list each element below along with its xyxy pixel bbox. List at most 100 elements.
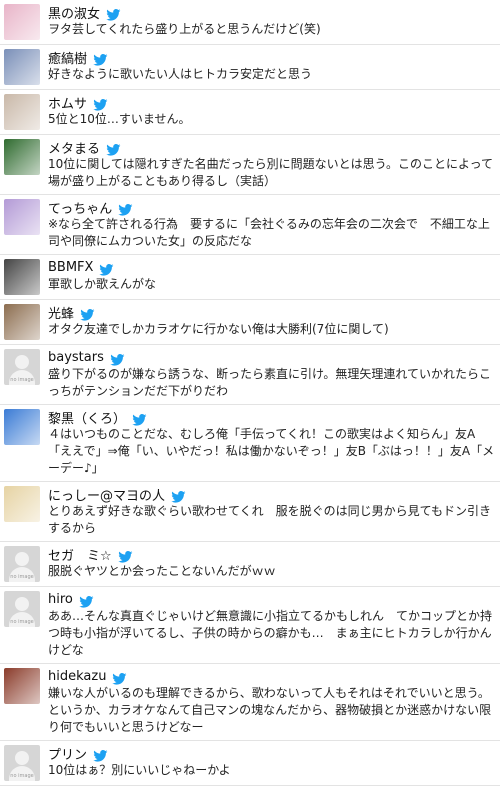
tweet-content: 癒縞樹 好きなように歌いたい人はヒトカラ安定だと思う <box>48 48 496 83</box>
user-name[interactable]: メタまる <box>48 138 100 157</box>
user-name[interactable]: セガ ミ☆ <box>48 545 112 564</box>
twitter-bird-icon[interactable] <box>118 201 133 216</box>
user-name[interactable]: 光蜂 <box>48 303 74 322</box>
tweet-text: 嫌いな人がいるのも理解できるから、歌わないって人もそれはそれでいいと思う。という… <box>48 686 492 734</box>
no-image-label: no image <box>10 773 34 779</box>
tweet-content: てっちゃん ※なら全て許される行為 要するに「会社ぐるみの忘年会の二次会で 不細… <box>48 198 496 250</box>
tweet-header: baystars <box>48 348 496 366</box>
user-name[interactable]: にっしー@マヨの人 <box>48 485 165 504</box>
green-sphere-avatar[interactable] <box>4 139 40 175</box>
user-name[interactable]: hiro <box>48 592 73 607</box>
twitter-bird-icon[interactable] <box>99 261 114 276</box>
twitter-bird-icon[interactable] <box>171 488 186 503</box>
tweet-text: 10位はぁ？別にいいじゃねーかよ <box>48 763 231 777</box>
user-name[interactable]: hidekazu <box>48 669 106 684</box>
twitter-bird-icon[interactable] <box>106 6 121 21</box>
tweet-content: BBMFX 軍歌しか歌えんがな <box>48 258 496 293</box>
tweet-header: てっちゃん <box>48 198 496 217</box>
tweet-content: メタまる 10位に関しては隠れすぎた名曲だったら別に問題ないとは思う。このことに… <box>48 138 496 190</box>
user-name[interactable]: BBMFX <box>48 260 93 275</box>
no-image-avatar[interactable]: no image <box>4 745 40 781</box>
tweet-text: とりあえず好きな歌ぐらい歌わせてくれ 服を脱ぐのは同じ男から見てもドン引きするか… <box>48 504 492 535</box>
tweet-content: にっしー@マヨの人 とりあえず好きな歌ぐらい歌わせてくれ 服を脱ぐのは同じ男から… <box>48 485 496 537</box>
placeholder-head <box>15 552 29 566</box>
tweet-content: セガ ミ☆ 服脱ぐヤツとか会ったことないんだがｗｗ <box>48 545 496 580</box>
twitter-bird-icon[interactable] <box>93 747 108 762</box>
tweet-item: 黎黒（くろ） ４はいつものことだな、むしろ俺「手伝ってくれ！この歌実はよく知らん… <box>0 405 500 482</box>
tweet-item: ホムサ 5位と10位…すいません。 <box>0 90 500 135</box>
tweet-item: 黒の淑女 ヲタ芸してくれたら盛り上がると思うんだけど(笑) <box>0 0 500 45</box>
anime-girl-avatar[interactable] <box>4 4 40 40</box>
tweet-content: 黎黒（くろ） ４はいつものことだな、むしろ俺「手伝ってくれ！この歌実はよく知らん… <box>48 408 496 477</box>
twitter-bird-icon[interactable] <box>93 51 108 66</box>
twitter-bird-icon[interactable] <box>112 670 127 685</box>
clock-avatar[interactable] <box>4 304 40 340</box>
placeholder-head <box>15 355 29 369</box>
tweet-text: ※なら全て許される行為 要するに「会社ぐるみの忘年会の二次会で 不細工な上司や同… <box>48 217 490 248</box>
tweet-content: 光蜂 オタク友達でしかカラオケに行かない俺は大勝利(7位に関して) <box>48 303 496 338</box>
tweet-item: てっちゃん ※なら全て許される行為 要するに「会社ぐるみの忘年会の二次会で 不細… <box>0 195 500 255</box>
tweet-item: no image セガ ミ☆ 服脱ぐヤツとか会ったことないんだがｗｗ <box>0 542 500 587</box>
tweet-text: 盛り下がるのが嫌なら誘うな、断ったら素直に引け。無理矢理連れていかれたらこっちが… <box>48 367 492 398</box>
tweet-item: 癒縞樹 好きなように歌いたい人はヒトカラ安定だと思う <box>0 45 500 90</box>
tweet-content: プリン 10位はぁ？別にいいじゃねーかよ <box>48 744 496 779</box>
no-image-avatar[interactable]: no image <box>4 546 40 582</box>
no-image-label: no image <box>10 619 34 625</box>
tweet-item: BBMFX 軍歌しか歌えんがな <box>0 255 500 300</box>
tweet-header: 黎黒（くろ） <box>48 408 496 427</box>
tweet-item: no image baystars 盛り下がるのが嫌なら誘うな、断ったら素直に引… <box>0 345 500 405</box>
twitter-bird-icon[interactable] <box>132 411 147 426</box>
tweet-item: にっしー@マヨの人 とりあえず好きな歌ぐらい歌わせてくれ 服を脱ぐのは同じ男から… <box>0 482 500 542</box>
twitter-bird-icon[interactable] <box>117 548 133 563</box>
colorful-character-avatar[interactable] <box>4 409 40 445</box>
tweet-content: hiro ああ…そんな真直ぐじゃいけど無意識に小指立てるかもしれん てかコップと… <box>48 590 496 659</box>
tweet-item: メタまる 10位に関しては隠れすぎた名曲だったら別に問題ないとは思う。このことに… <box>0 135 500 195</box>
tweet-text: 好きなように歌いたい人はヒトカラ安定だと思う <box>48 67 313 81</box>
tweet-text: 服脱ぐヤツとか会ったことないんだがｗｗ <box>48 564 276 578</box>
tweet-text: ４はいつものことだな、むしろ俺「手伝ってくれ！この歌実はよく知らん」友A「ええで… <box>48 427 495 475</box>
tweet-header: BBMFX <box>48 258 496 276</box>
tweet-item: 光蜂 オタク友達でしかカラオケに行かない俺は大勝利(7位に関して) <box>0 300 500 345</box>
twitter-bird-icon[interactable] <box>106 141 121 156</box>
twitter-bird-icon[interactable] <box>110 351 125 366</box>
tweet-text: 5位と10位…すいません。 <box>48 112 191 126</box>
no-image-avatar[interactable]: no image <box>4 591 40 627</box>
placeholder-head <box>15 597 29 611</box>
tweet-header: hidekazu <box>48 667 496 685</box>
twitter-bird-icon[interactable] <box>93 96 108 111</box>
tweet-text: オタク友達でしかカラオケに行かない俺は大勝利(7位に関して) <box>48 322 389 336</box>
anime-avatar[interactable] <box>4 199 40 235</box>
tweet-header: 癒縞樹 <box>48 48 496 67</box>
tweet-header: セガ ミ☆ <box>48 545 496 564</box>
tweet-item: hidekazu 嫌いな人がいるのも理解できるから、歌わないって人もそれはそれで… <box>0 664 500 741</box>
tweet-text: 軍歌しか歌えんがな <box>48 277 157 291</box>
no-image-avatar[interactable]: no image <box>4 349 40 385</box>
user-name[interactable]: baystars <box>48 350 104 365</box>
tweet-feed: 黒の淑女 ヲタ芸してくれたら盛り上がると思うんだけど(笑) 癒縞樹 好きなように… <box>0 0 500 786</box>
tweet-header: ホムサ <box>48 93 496 112</box>
tweet-header: 黒の淑女 <box>48 3 496 22</box>
user-name[interactable]: ホムサ <box>48 93 87 112</box>
tweet-content: ホムサ 5位と10位…すいません。 <box>48 93 496 128</box>
user-name[interactable]: 黎黒（くろ） <box>48 408 126 427</box>
no-image-label: no image <box>10 377 34 383</box>
tweet-text: ヲタ芸してくれたら盛り上がると思うんだけど(笑) <box>48 22 321 36</box>
dark-photo-avatar[interactable] <box>4 259 40 295</box>
user-name[interactable]: 癒縞樹 <box>48 48 87 67</box>
user-name[interactable]: 黒の淑女 <box>48 3 100 22</box>
tweet-header: プリン <box>48 744 496 763</box>
anime-girl-avatar[interactable] <box>4 486 40 522</box>
warrior-avatar[interactable] <box>4 668 40 704</box>
no-image-label: no image <box>10 574 34 580</box>
user-name[interactable]: てっちゃん <box>48 198 112 217</box>
tweet-item: no image プリン 10位はぁ？別にいいじゃねーかよ <box>0 741 500 786</box>
tweet-header: 光蜂 <box>48 303 496 322</box>
anime-character-avatar[interactable] <box>4 49 40 85</box>
tweet-item: no image hiro ああ…そんな真直ぐじゃいけど無意識に小指立てるかもし… <box>0 587 500 664</box>
character-avatar[interactable] <box>4 94 40 130</box>
tweet-content: 黒の淑女 ヲタ芸してくれたら盛り上がると思うんだけど(笑) <box>48 3 496 38</box>
twitter-bird-icon[interactable] <box>80 306 95 321</box>
tweet-header: hiro <box>48 590 496 608</box>
user-name[interactable]: プリン <box>48 744 87 763</box>
twitter-bird-icon[interactable] <box>79 593 94 608</box>
